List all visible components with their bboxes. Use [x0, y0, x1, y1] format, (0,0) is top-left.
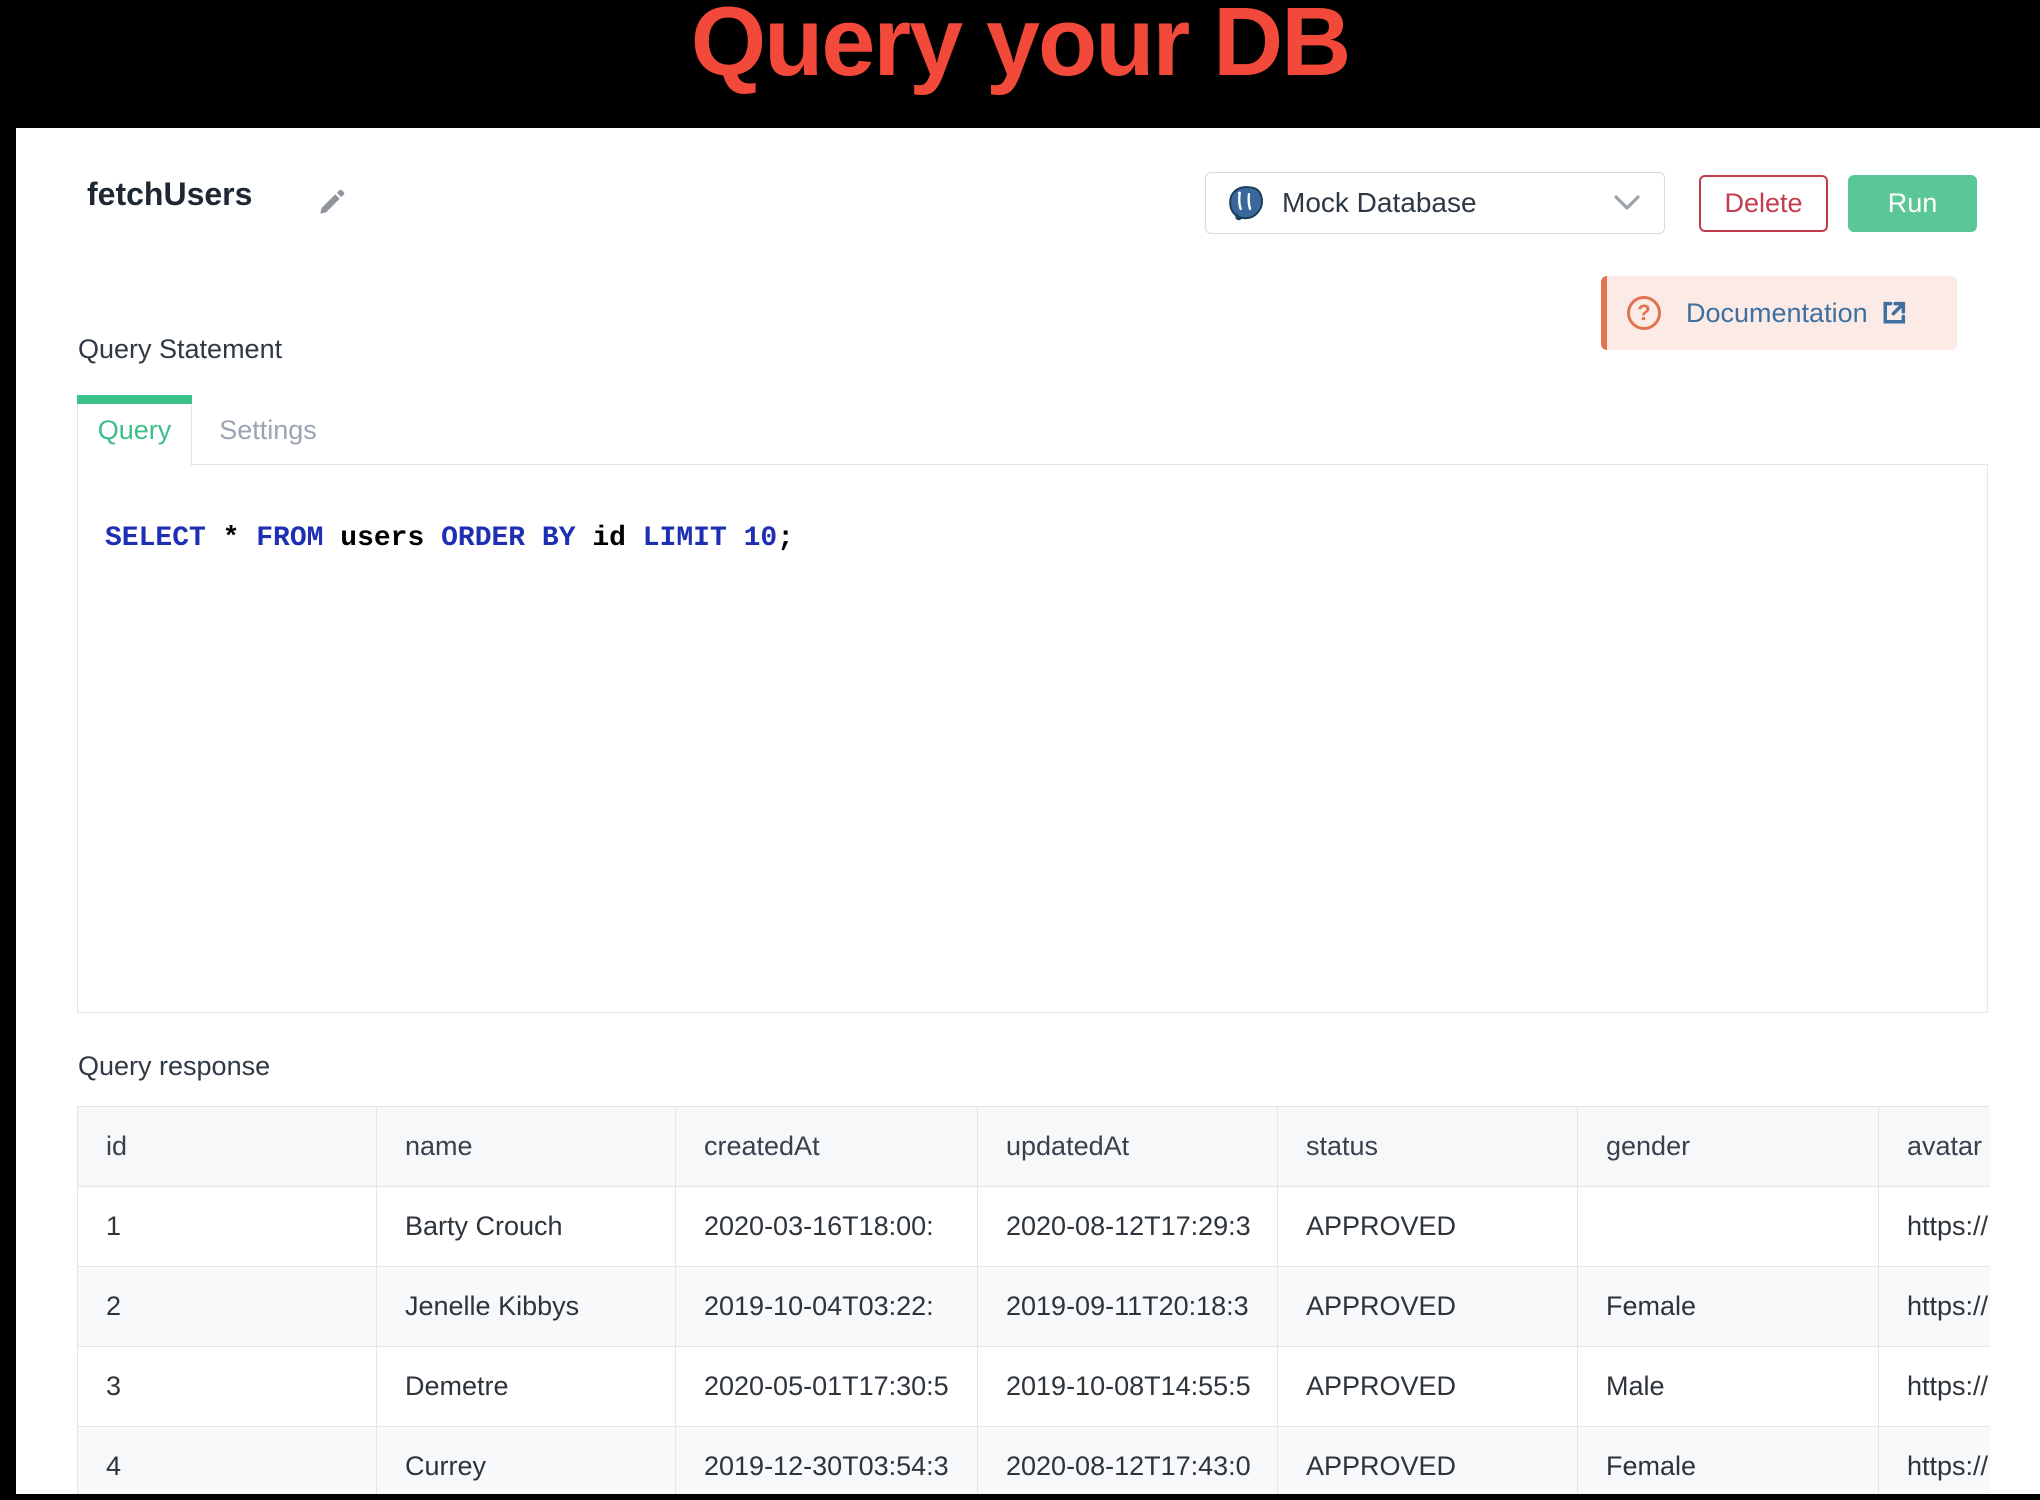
datasource-selected-label: Mock Database	[1282, 187, 1477, 219]
tab-settings[interactable]: Settings	[192, 395, 344, 465]
documentation-link[interactable]: ? Documentation	[1601, 276, 1957, 350]
table-row: 4Currey2019-12-30T03:54:32020-08-12T17:4…	[78, 1427, 1991, 1495]
column-header-id: id	[78, 1107, 377, 1187]
cell-id: 4	[78, 1427, 377, 1495]
postgresql-icon	[1226, 183, 1266, 223]
question-circle-icon: ?	[1627, 296, 1661, 330]
cell-avatar: https://	[1879, 1427, 1991, 1495]
query-response-table: idnamecreatedAtupdatedAtstatusgenderavat…	[77, 1106, 1990, 1494]
column-header-avatar: avatar	[1879, 1107, 1991, 1187]
sql-editor[interactable]: SELECT * FROM users ORDER BY id LIMIT 10…	[77, 464, 1988, 1013]
query-name-title: fetchUsers	[87, 176, 252, 213]
column-header-status: status	[1278, 1107, 1578, 1187]
cell-createdAt: 2020-03-16T18:00:	[676, 1187, 978, 1267]
cell-status: APPROVED	[1278, 1427, 1578, 1495]
cell-name: Demetre	[377, 1347, 676, 1427]
column-header-updatedAt: updatedAt	[978, 1107, 1278, 1187]
query-panel: fetchUsers Mock Database Delete Run ? Do…	[16, 128, 2040, 1494]
cell-avatar: https://	[1879, 1267, 1991, 1347]
sql-code-line: SELECT * FROM users ORDER BY id LIMIT 10…	[105, 523, 794, 554]
cell-name: Barty Crouch	[377, 1187, 676, 1267]
code-token: id	[576, 523, 643, 554]
tab-query-label: Query	[98, 415, 172, 446]
code-token: LIMIT	[643, 523, 727, 554]
cell-updatedAt: 2019-09-11T20:18:3	[978, 1267, 1278, 1347]
code-token: FROM	[256, 523, 323, 554]
column-header-createdAt: createdAt	[676, 1107, 978, 1187]
documentation-accent-bar	[1601, 276, 1607, 350]
active-tab-indicator	[77, 395, 192, 404]
external-link-icon	[1880, 299, 1908, 327]
cell-updatedAt: 2020-08-12T17:43:0	[978, 1427, 1278, 1495]
code-token: SELECT	[105, 523, 206, 554]
cell-gender: Female	[1578, 1267, 1879, 1347]
cell-status: APPROVED	[1278, 1347, 1578, 1427]
code-token	[727, 523, 744, 554]
run-button-label: Run	[1888, 188, 1938, 219]
cell-createdAt: 2020-05-01T17:30:5	[676, 1347, 978, 1427]
table-header-row: idnamecreatedAtupdatedAtstatusgenderavat…	[78, 1107, 1991, 1187]
chevron-down-icon	[1614, 195, 1640, 211]
cell-status: APPROVED	[1278, 1187, 1578, 1267]
cell-updatedAt: 2019-10-08T14:55:5	[978, 1347, 1278, 1427]
pencil-icon	[318, 188, 346, 216]
documentation-label: Documentation	[1686, 298, 1868, 329]
cell-gender	[1578, 1187, 1879, 1267]
code-token: ORDER BY	[441, 523, 575, 554]
cell-id: 3	[78, 1347, 377, 1427]
code-token: 10	[744, 523, 778, 554]
cell-id: 2	[78, 1267, 377, 1347]
page-title: Query your DB	[691, 0, 1350, 93]
datasource-dropdown[interactable]: Mock Database	[1205, 172, 1665, 234]
table-body: 1Barty Crouch2020-03-16T18:00:2020-08-12…	[78, 1187, 1991, 1495]
cell-name: Jenelle Kibbys	[377, 1267, 676, 1347]
cell-createdAt: 2019-12-30T03:54:3	[676, 1427, 978, 1495]
table-row: 3Demetre2020-05-01T17:30:52019-10-08T14:…	[78, 1347, 1991, 1427]
cell-id: 1	[78, 1187, 377, 1267]
cell-updatedAt: 2020-08-12T17:29:3	[978, 1187, 1278, 1267]
edit-query-name-button[interactable]	[318, 188, 346, 216]
run-button[interactable]: Run	[1848, 175, 1977, 232]
tab-query[interactable]: Query	[77, 395, 192, 466]
cell-avatar: https://	[1879, 1347, 1991, 1427]
table-row: 2Jenelle Kibbys2019-10-04T03:22:2019-09-…	[78, 1267, 1991, 1347]
cell-gender: Female	[1578, 1427, 1879, 1495]
delete-button-label: Delete	[1724, 188, 1802, 219]
code-token: ;	[777, 523, 794, 554]
cell-avatar: https://	[1879, 1187, 1991, 1267]
cell-gender: Male	[1578, 1347, 1879, 1427]
table-row: 1Barty Crouch2020-03-16T18:00:2020-08-12…	[78, 1187, 1991, 1267]
query-response-table-container: idnamecreatedAtupdatedAtstatusgenderavat…	[77, 1106, 1990, 1494]
column-header-gender: gender	[1578, 1107, 1879, 1187]
page-banner: Query your DB	[0, 0, 2040, 128]
tab-settings-label: Settings	[219, 415, 317, 446]
cell-name: Currey	[377, 1427, 676, 1495]
query-response-label: Query response	[78, 1051, 270, 1082]
column-header-name: name	[377, 1107, 676, 1187]
code-token: *	[206, 523, 256, 554]
code-token: users	[323, 523, 441, 554]
table-header: idnamecreatedAtupdatedAtstatusgenderavat…	[78, 1107, 1991, 1187]
cell-createdAt: 2019-10-04T03:22:	[676, 1267, 978, 1347]
query-statement-label: Query Statement	[78, 334, 282, 365]
cell-status: APPROVED	[1278, 1267, 1578, 1347]
delete-button[interactable]: Delete	[1699, 175, 1828, 232]
